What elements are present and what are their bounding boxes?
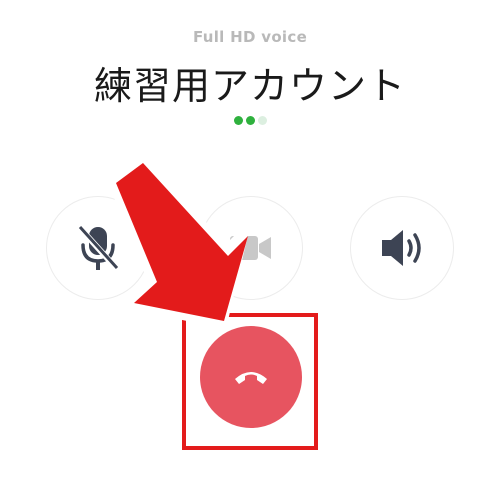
connection-dot-active — [245, 116, 255, 125]
video-button[interactable] — [199, 196, 303, 300]
speaker-icon — [382, 230, 421, 266]
phone-hangup-icon — [235, 372, 267, 384]
contact-name: 練習用アカウント — [93, 64, 406, 108]
mute-button[interactable] — [46, 196, 150, 300]
connection-indicator — [0, 116, 500, 125]
speaker-button[interactable] — [350, 196, 454, 300]
connection-dot-inactive — [257, 116, 267, 125]
microphone-off-icon — [76, 224, 120, 272]
video-camera-icon — [230, 236, 271, 260]
connection-dot-active — [233, 116, 243, 125]
call-quality-label: Full HD voice — [192, 28, 308, 46]
end-call-button[interactable] — [200, 326, 302, 428]
